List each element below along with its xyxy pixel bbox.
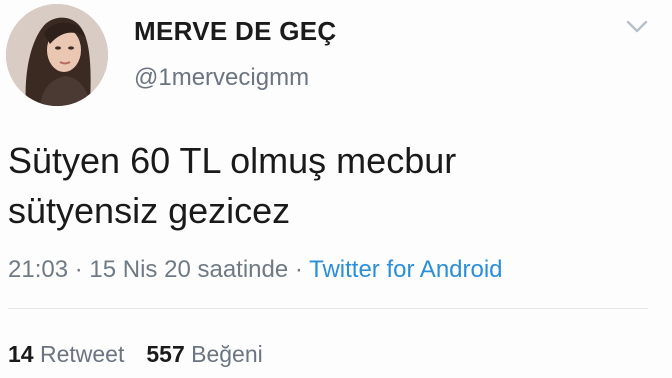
tweet-text: Sütyen 60 TL olmuş mecbur sütyensiz gezi… (8, 136, 648, 236)
engagement-stats: 14 Retweet 557 Beğeni (8, 341, 263, 368)
tweet-card: MERVE DE GEÇ @1mervecigmm Sütyen 60 TL o… (0, 0, 672, 378)
like-count: 557 (146, 341, 185, 367)
tweet-date[interactable]: 15 Nis 20 saatinde (89, 256, 288, 283)
meta-separator: · (74, 256, 83, 283)
divider (8, 308, 648, 309)
chevron-down-icon[interactable] (624, 18, 650, 36)
tweet-meta: 21:03 · 15 Nis 20 saatinde · Twitter for… (8, 256, 503, 284)
tweet-text-line: sütyensiz gezicez (8, 190, 291, 231)
avatar-photo (6, 4, 108, 106)
retweet-label: Retweet (39, 341, 125, 367)
retweets-stat[interactable]: 14 Retweet (8, 341, 124, 367)
meta-separator: · (294, 256, 303, 283)
like-label: Beğeni (191, 341, 263, 367)
tweet-time[interactable]: 21:03 (8, 256, 68, 283)
retweet-count: 14 (8, 341, 34, 367)
tweet-source-link[interactable]: Twitter for Android (309, 256, 502, 283)
user-handle[interactable]: @1mervecigmm (134, 64, 309, 92)
display-name[interactable]: MERVE DE GEÇ (134, 16, 337, 47)
tweet-text-line: Sütyen 60 TL olmuş mecbur (8, 140, 457, 181)
likes-stat[interactable]: 557 Beğeni (146, 341, 262, 367)
avatar[interactable] (6, 4, 108, 106)
